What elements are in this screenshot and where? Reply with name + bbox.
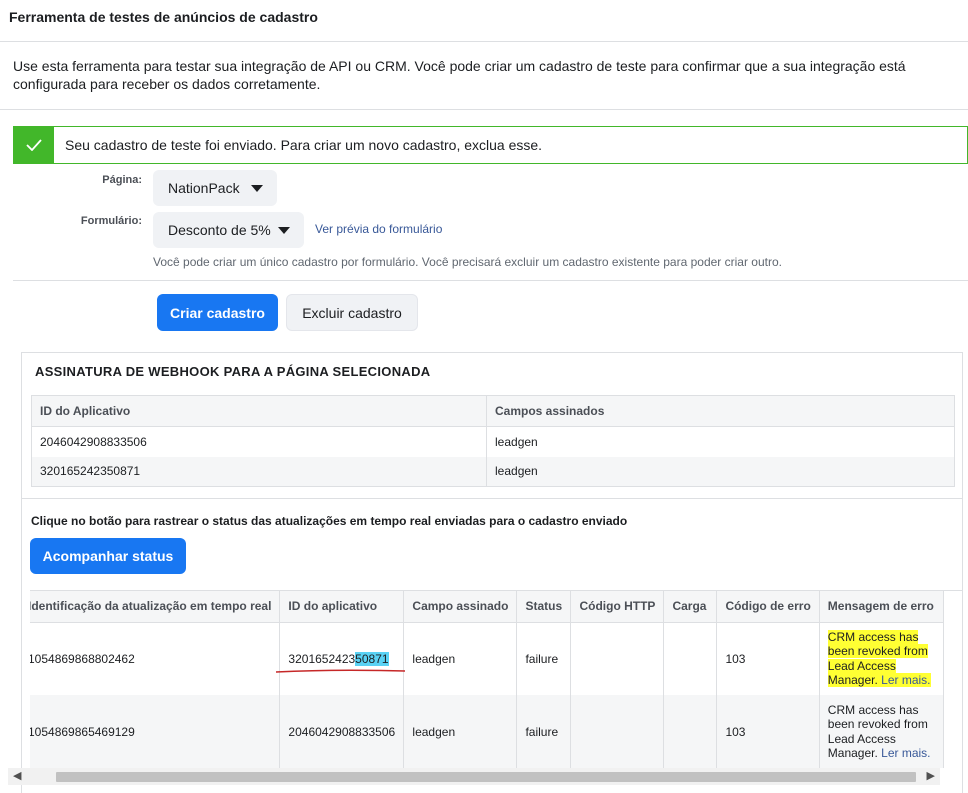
caret-down-icon [251, 185, 263, 192]
form-select[interactable]: Desconto de 5% [153, 212, 304, 248]
read-more-link[interactable]: Ler mais. [881, 746, 930, 760]
payload-cell [663, 622, 718, 695]
error-message-cell: CRM access has been revoked from Lead Ac… [819, 695, 944, 768]
error-line: Lead Access [827, 658, 896, 673]
divider [22, 498, 962, 499]
horizontal-scrollbar[interactable]: ◀ ▶ [8, 768, 940, 785]
status-table-viewport: Identificação da atualização em tempo re… [30, 590, 962, 787]
table-row: 1054869868802462 320165242350871 leadgen… [30, 622, 944, 695]
column-header: Campos assinados [486, 395, 955, 427]
caret-down-icon [278, 227, 290, 234]
error-line: been revoked from [827, 644, 928, 659]
update-id-cell: 1054869868802462 [30, 622, 281, 695]
form-hint: Você pode criar um único cadastro por fo… [153, 255, 782, 269]
page-select-value: NationPack [168, 180, 240, 196]
column-header: Código HTTP [570, 591, 665, 623]
tracking-instructions: Clique no botão para rastrear o status d… [31, 514, 628, 528]
update-id-cell: 1054869865469129 [30, 695, 281, 768]
error-line: Lead Access [827, 731, 896, 746]
status-cell: failure [516, 622, 572, 695]
webhook-table: ID do Aplicativo Campos assinados 204604… [31, 395, 955, 487]
track-status-button[interactable]: Acompanhar status [30, 538, 186, 574]
form-select-value: Desconto de 5% [168, 222, 271, 238]
success-message: Seu cadastro de teste foi enviado. Para … [65, 137, 543, 153]
scroll-left-icon[interactable]: ◀ [13, 771, 21, 782]
http-cell [570, 695, 665, 768]
fields-cell: leadgen [486, 456, 955, 487]
divider [13, 280, 968, 281]
red-underline-mark [276, 668, 406, 673]
field-cell: leadgen [403, 622, 518, 695]
error-code-cell: 103 [716, 695, 820, 768]
webhook-title: ASSINATURA DE WEBHOOK PARA A PÁGINA SELE… [35, 364, 431, 379]
payload-cell [663, 695, 718, 768]
form-label: Formulário: [80, 215, 142, 227]
error-line: Manager. [827, 746, 878, 760]
page-select[interactable]: NationPack [153, 170, 277, 206]
error-line: CRM access has [827, 629, 919, 644]
app-id-prefix: 3201652423 [288, 651, 356, 666]
column-header: ID do Aplicativo [31, 395, 487, 427]
http-cell [570, 622, 665, 695]
create-lead-button[interactable]: Criar cadastro [157, 294, 278, 331]
column-header: Identificação da atualização em tempo re… [30, 591, 281, 623]
error-code-cell: 103 [716, 622, 820, 695]
page-label: Página: [102, 174, 142, 186]
scroll-right-icon[interactable]: ▶ [927, 771, 935, 782]
intro-text: Use esta ferramenta para testar sua inte… [13, 58, 906, 92]
column-header: Mensagem de erro [819, 591, 944, 623]
error-line: been revoked from [827, 717, 928, 731]
column-header: Campo assinado [403, 591, 518, 623]
preview-form-link[interactable]: Ver prévia do formulário [315, 222, 442, 236]
app-id-highlight: 50871 [355, 651, 389, 666]
column-header: Carga [663, 591, 718, 623]
error-line: CRM access has [827, 702, 919, 717]
table-row: 1054869865469129 2046042908833506 leadge… [30, 695, 944, 768]
divider [0, 109, 968, 110]
column-header: ID do aplicativo [279, 591, 405, 623]
app-id-cell: 320165242350871 [31, 456, 487, 487]
scrollbar-thumb[interactable] [56, 772, 916, 782]
app-id-cell: 320165242350871 [276, 622, 406, 695]
page-title: Ferramenta de testes de anúncios de cada… [9, 9, 318, 25]
delete-lead-button[interactable]: Excluir cadastro [286, 294, 418, 331]
column-header: Código de erro [716, 591, 820, 623]
page-header: Ferramenta de testes de anúncios de cada… [0, 0, 968, 42]
status-table: Identificação da atualização em tempo re… [30, 591, 944, 768]
table-row: 2046042908833506 leadgen [31, 426, 955, 457]
app-id-cell: 2046042908833506 [31, 426, 487, 457]
check-icon [14, 127, 54, 163]
table-row: 320165242350871 leadgen [31, 456, 955, 487]
webhook-panel: ASSINATURA DE WEBHOOK PARA A PÁGINA SELE… [21, 352, 963, 793]
error-message-cell: CRM access has been revoked from Lead Ac… [819, 622, 944, 695]
field-cell: leadgen [403, 695, 518, 768]
success-alert: Seu cadastro de teste foi enviado. Para … [13, 126, 968, 164]
app-id-cell: 2046042908833506 [279, 695, 405, 768]
error-line: Manager. [827, 673, 878, 688]
read-more-link[interactable]: Ler mais. [881, 673, 930, 687]
status-cell: failure [516, 695, 572, 768]
column-header: Status [516, 591, 572, 623]
fields-cell: leadgen [486, 426, 955, 457]
